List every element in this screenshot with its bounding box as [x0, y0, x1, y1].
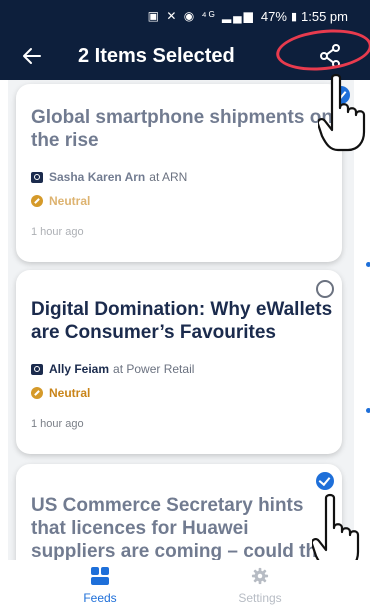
back-button[interactable]: [22, 42, 42, 73]
nav-feeds[interactable]: Feeds: [40, 560, 160, 612]
status-icons: ▣ ✕ ◉ ⁴ᴳ ▂▄▆: [147, 9, 255, 23]
publication-name: at ARN: [149, 170, 188, 184]
card-title[interactable]: US Commerce Secretary hints that licence…: [31, 494, 336, 560]
hand-pointer-icon: [318, 73, 366, 152]
scroll-indicator-dot: [366, 262, 370, 267]
status-bar: ▣ ✕ ◉ ⁴ᴳ ▂▄▆ 47% ▮ 1:55 pm: [0, 0, 370, 32]
nav-settings[interactable]: Settings: [200, 560, 320, 612]
author-name: Ally Feiam: [49, 362, 110, 376]
feed-list[interactable]: Global smartphone shipments on the rise …: [8, 80, 354, 560]
feeds-icon: [91, 567, 109, 585]
timestamp: 1 hour ago: [31, 226, 84, 238]
feed-card[interactable]: US Commerce Secretary hints that licence…: [16, 464, 342, 560]
publication-icon: [31, 363, 43, 375]
arrow-left-icon: [23, 48, 41, 64]
scroll-indicator-dot: [366, 408, 370, 413]
timestamp: 1 hour ago: [31, 418, 84, 430]
publication-name: at Power Retail: [113, 362, 195, 376]
nav-settings-label: Settings: [238, 591, 282, 605]
sentiment-icon: [31, 387, 43, 399]
sentiment-icon: [31, 195, 43, 207]
author-row: Sasha Karen Arn at ARN: [31, 170, 187, 184]
battery-level: 47%: [260, 8, 287, 24]
card-title[interactable]: Global smartphone shipments on the rise: [31, 106, 336, 152]
clock: 1:55 pm: [301, 8, 348, 24]
battery-icon: ▮: [290, 10, 298, 23]
author-row: Ally Feiam at Power Retail: [31, 362, 194, 376]
sentiment-row: Neutral: [31, 386, 90, 400]
selected-checkbox[interactable]: [316, 472, 334, 490]
bottom-navigation: Feeds Settings: [0, 560, 370, 612]
sentiment-row: Neutral: [31, 194, 90, 208]
nav-feeds-label: Feeds: [83, 591, 117, 605]
feed-card[interactable]: Digital Domination: Why eWallets are Con…: [16, 270, 342, 454]
select-checkbox[interactable]: [316, 280, 334, 298]
sentiment-label: Neutral: [49, 386, 91, 400]
author-name: Sasha Karen Arn: [49, 170, 146, 184]
gear-icon: [251, 567, 269, 585]
sentiment-label: Neutral: [49, 194, 91, 208]
publication-icon: [31, 171, 43, 183]
card-title[interactable]: Digital Domination: Why eWallets are Con…: [31, 298, 336, 344]
page-title: 2 Items Selected: [78, 45, 235, 67]
feed-card[interactable]: Global smartphone shipments on the rise …: [16, 84, 342, 262]
